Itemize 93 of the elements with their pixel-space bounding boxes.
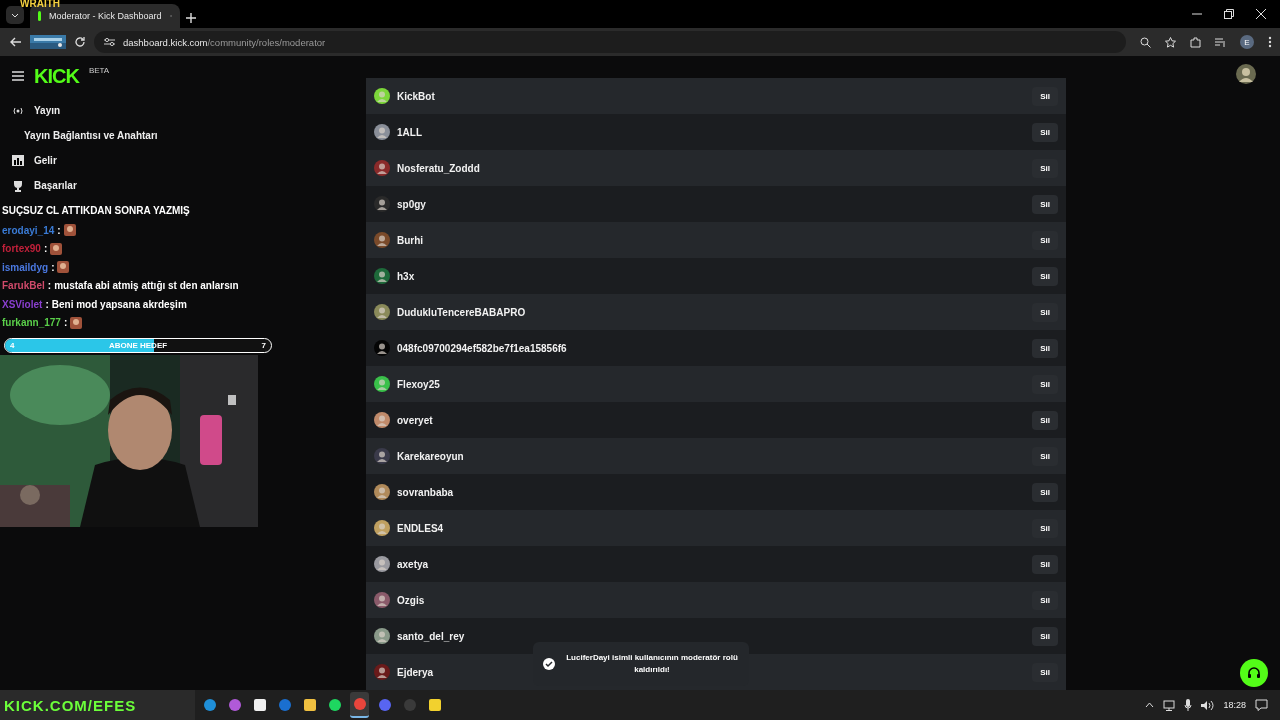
remove-button[interactable]: Sil [1032,86,1058,106]
user-avatar [374,304,390,320]
user-avatar [374,412,390,428]
trophy-icon [12,179,24,192]
moderator-name: overyet [397,414,433,426]
chart-icon [12,155,24,166]
new-tab-icon[interactable] [186,13,196,23]
star-icon[interactable] [1165,36,1176,48]
chat-message: furkann_177 : [2,313,282,332]
remove-button[interactable]: Sil [1032,266,1058,286]
moderator-name: sovranbaba [397,486,454,498]
menu-icon[interactable] [1268,36,1272,48]
moderator-name: h3x [397,270,415,282]
sidebar-item[interactable]: Gelir [12,148,57,173]
stream-banner: KICK.COM/EFES [0,690,195,720]
clock-time[interactable]: 18:28 [1223,700,1246,710]
chat-message: ismaildyg : [2,258,282,277]
check-icon [543,658,555,670]
moderator-name: axetya [397,558,429,570]
headset-icon[interactable] [1247,666,1261,680]
remove-button[interactable]: Sil [1032,302,1058,322]
moderator-name: 1ALL [397,126,422,138]
sidebar-item[interactable]: Başarılar [12,173,77,198]
user-avatar [374,592,390,608]
moderator-name: DudukluTencereBABAPRO [397,306,526,318]
user-avatar [374,88,390,104]
moderator-name: Nosferatu_Zoddd [397,162,480,174]
moderator-name: Ejderya [397,666,434,678]
remove-button[interactable]: Sil [1032,122,1058,142]
chevron-up-icon[interactable] [1145,702,1155,708]
chat-message: erodayi_14 : [2,221,282,240]
moderator-name: KickBot [397,90,435,102]
moderator-name: Flexoy25 [397,378,440,390]
remove-button[interactable]: Sil [1032,662,1058,682]
url-text: dashboard.kick.com/community/roles/moderator [123,36,326,48]
moderator-name: sp0gy [397,198,426,210]
remove-button[interactable]: Sil [1032,626,1058,646]
beta-label: BETA [88,66,110,75]
user-avatar [374,124,390,140]
sidebar-item[interactable]: Yayın [12,98,61,123]
chat-message: fortex90 : [2,239,282,258]
network-icon[interactable] [1163,699,1176,711]
restore-icon[interactable] [1224,9,1234,19]
remove-button[interactable]: Sil [1032,374,1058,394]
user-avatar [374,232,390,248]
user-avatar [374,376,390,392]
tab-search-button[interactable] [6,6,24,24]
kick-logo[interactable]: KICK [34,64,79,88]
site-settings-icon[interactable] [104,37,115,47]
remove-button[interactable]: Sil [1032,158,1058,178]
profile-button[interactable]: E [1240,35,1254,49]
menu-icon[interactable] [12,71,24,81]
user-avatar [374,520,390,536]
remove-button[interactable]: Sil [1032,446,1058,466]
microphone-icon[interactable] [1184,699,1193,711]
moderator-name: ENDLES4 [397,522,444,534]
remove-button[interactable]: Sil [1032,518,1058,538]
remove-button[interactable]: Sil [1032,194,1058,214]
address-bar[interactable]: dashboard.kick.com/community/roles/moderator [94,31,1126,53]
chat-message: FarukBel : mustafa abi atmiş attığı st den anlarsın [2,279,240,294]
emote-icon [57,261,70,274]
user-avatar [374,664,390,680]
remove-button[interactable]: Sil [1032,338,1058,358]
remove-button[interactable]: Sil [1032,410,1058,430]
moderator-name: 048fc09700294ef582be7f1ea15856f6 [397,342,567,354]
moderator-name: Karekareoyun [397,450,464,462]
sidebar-item[interactable]: Yayın Bağlantısı ve Anahtarı [12,123,158,148]
broadcast-icon [12,105,24,116]
moderator-name: Burhi [397,234,424,246]
moderator-name: Ozgis [397,594,425,606]
chevron-down-icon[interactable] [11,12,19,18]
remove-button[interactable]: Sil [1032,590,1058,610]
user-avatar [374,340,390,356]
user-avatar [374,268,390,284]
notification-icon[interactable] [1255,699,1268,711]
reload-icon[interactable] [72,34,88,50]
zoom-icon[interactable] [1140,36,1151,48]
volume-icon[interactable] [1201,699,1215,711]
remove-button[interactable]: Sil [1032,482,1058,502]
user-avatar [374,196,390,212]
remove-button[interactable]: Sil [1032,554,1058,574]
user-avatar [374,484,390,500]
site-favicon [38,11,41,21]
user-avatar [374,556,390,572]
moderator-name: santo_del_rey [397,630,465,642]
media-icon[interactable] [1215,36,1226,48]
user-avatar [374,160,390,176]
user-avatar[interactable] [1236,64,1256,84]
remove-button[interactable]: Sil [1032,230,1058,250]
chat-message: XSViolet : Beni mod yapsana akrdeşim [2,297,188,312]
user-avatar [374,628,390,644]
chat-title: SUÇSUZ CL ATTIKDAN SONRA YAZMIŞ [2,205,191,218]
user-avatar [374,448,390,464]
